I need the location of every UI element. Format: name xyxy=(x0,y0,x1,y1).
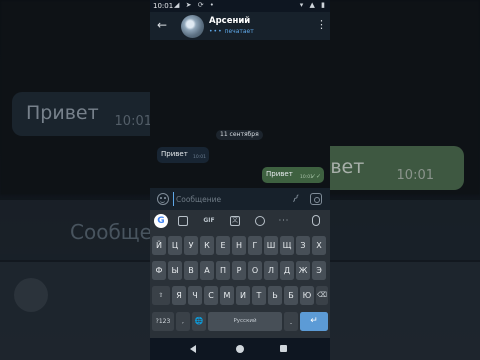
message-time: 10:01 xyxy=(193,155,206,160)
key[interactable]: Ь xyxy=(268,286,282,305)
shift-key[interactable]: ⇧ xyxy=(152,286,170,305)
status-system-icons: ▾ ▲ ▮ xyxy=(299,1,327,9)
background-incoming-bubble: Привет 10:01 xyxy=(12,92,162,136)
keyboard-toolbar: G GIF 文 ··· xyxy=(150,210,330,232)
background-outgoing-bubble: ивет 10:01 xyxy=(314,146,464,190)
typing-status: ••• печатает xyxy=(209,28,254,35)
chat-header: ← Арсений ••• печатает ⋮ xyxy=(150,12,330,40)
gif-button[interactable]: GIF xyxy=(202,214,216,228)
key[interactable]: Г xyxy=(248,236,262,255)
status-time: 10:01 xyxy=(153,2,174,10)
paperclip-icon[interactable]: ⌇ xyxy=(286,190,304,208)
key[interactable]: Е xyxy=(216,236,230,255)
message-text: Привет xyxy=(266,170,293,178)
message-list[interactable]: 11 сентября Привет 10:01 Привет 10:01 ✓✓ xyxy=(150,40,330,188)
key[interactable]: Ы xyxy=(168,261,182,280)
screen: Привет 10:01 ивет 10:01 Сообще 10:01 ◢ ➤… xyxy=(0,0,480,360)
key[interactable]: З xyxy=(296,236,310,255)
background-input-text: Сообще xyxy=(70,220,152,244)
typing-dots-icon: ••• xyxy=(209,28,223,35)
key[interactable]: Щ xyxy=(280,236,294,255)
contact-name[interactable]: Арсений xyxy=(209,16,250,26)
key[interactable]: Н xyxy=(232,236,246,255)
key[interactable]: Б xyxy=(284,286,298,305)
key[interactable]: С xyxy=(204,286,218,305)
translate-icon[interactable]: 文 xyxy=(230,216,240,226)
key[interactable]: К xyxy=(200,236,214,255)
globe-icon[interactable]: 🌐 xyxy=(192,312,206,331)
more-horizontal-icon[interactable]: ··· xyxy=(278,214,290,228)
typing-status-text: печатает xyxy=(224,28,254,35)
keyboard-row-3: ⇧ Я Ч С М И Т Ь Б Ю ⌫ xyxy=(150,286,330,305)
space-key[interactable]: Русский xyxy=(208,312,282,331)
keyboard: G GIF 文 ··· Й Ц У К Е Н Г Ш Щ З Х Ф Ы В … xyxy=(150,210,330,338)
google-icon[interactable]: G xyxy=(154,214,168,228)
camera-icon[interactable] xyxy=(310,193,322,205)
key[interactable]: Х xyxy=(312,236,326,255)
palette-icon[interactable] xyxy=(255,216,265,226)
smile-icon[interactable] xyxy=(157,193,169,205)
key[interactable]: Т xyxy=(252,286,266,305)
key[interactable]: Ц xyxy=(168,236,182,255)
key[interactable]: В xyxy=(184,261,198,280)
key[interactable]: О xyxy=(248,261,262,280)
symbols-key[interactable]: ?123 xyxy=(152,312,174,331)
message-input[interactable] xyxy=(173,192,283,206)
comma-key[interactable]: , xyxy=(176,312,190,331)
key[interactable]: Ф xyxy=(152,261,166,280)
phone-screen: 10:01 ◢ ➤ ⟳ • ▾ ▲ ▮ ← Арсений ••• печата… xyxy=(150,0,330,360)
key[interactable]: Э xyxy=(312,261,326,280)
date-separator: 11 сентября xyxy=(216,130,263,140)
avatar[interactable] xyxy=(181,15,204,38)
key[interactable]: Ж xyxy=(296,261,310,280)
outgoing-message[interactable]: Привет 10:01 ✓✓ xyxy=(262,167,324,183)
microphone-icon[interactable] xyxy=(312,215,320,226)
double-check-icon: ✓✓ xyxy=(310,173,321,180)
enter-key[interactable]: ↵ xyxy=(300,312,328,331)
key[interactable]: Ш xyxy=(264,236,278,255)
period-key[interactable]: . xyxy=(284,312,298,331)
keyboard-row-2: Ф Ы В А П Р О Л Д Ж Э xyxy=(150,261,330,280)
keyboard-row-1: Й Ц У К Е Н Г Ш Щ З Х xyxy=(150,236,330,255)
status-bar: 10:01 ◢ ➤ ⟳ • ▾ ▲ ▮ xyxy=(150,0,330,12)
nav-home-icon[interactable] xyxy=(236,345,244,353)
incoming-message[interactable]: Привет 10:01 xyxy=(157,147,209,163)
key[interactable]: П xyxy=(216,261,230,280)
key[interactable]: Л xyxy=(264,261,278,280)
key[interactable]: Я xyxy=(172,286,186,305)
key[interactable]: А xyxy=(200,261,214,280)
sticker-icon[interactable] xyxy=(178,216,188,226)
background-google-icon xyxy=(14,278,48,312)
message-composer: ⌇ xyxy=(150,188,330,210)
key[interactable]: Й xyxy=(152,236,166,255)
key[interactable]: Ю xyxy=(300,286,314,305)
key[interactable]: Д xyxy=(280,261,294,280)
navigation-bar xyxy=(150,338,330,360)
key[interactable]: У xyxy=(184,236,198,255)
background-incoming-text: Привет xyxy=(26,102,99,124)
key[interactable]: Ч xyxy=(188,286,202,305)
more-vertical-icon[interactable]: ⋮ xyxy=(316,18,327,32)
nav-back-icon[interactable] xyxy=(190,345,196,353)
keyboard-row-4: ?123 , 🌐 Русский . ↵ xyxy=(150,312,330,331)
key[interactable]: М xyxy=(220,286,234,305)
message-text: Привет xyxy=(161,150,188,158)
background-outgoing-time: 10:01 xyxy=(396,168,434,183)
status-notification-icons: ◢ ➤ ⟳ • xyxy=(174,1,216,9)
key[interactable]: И xyxy=(236,286,250,305)
key[interactable]: Р xyxy=(232,261,246,280)
arrow-left-icon[interactable]: ← xyxy=(157,18,171,32)
background-incoming-time: 10:01 xyxy=(114,114,152,129)
backspace-key[interactable]: ⌫ xyxy=(316,286,328,305)
nav-recent-icon[interactable] xyxy=(280,345,287,352)
